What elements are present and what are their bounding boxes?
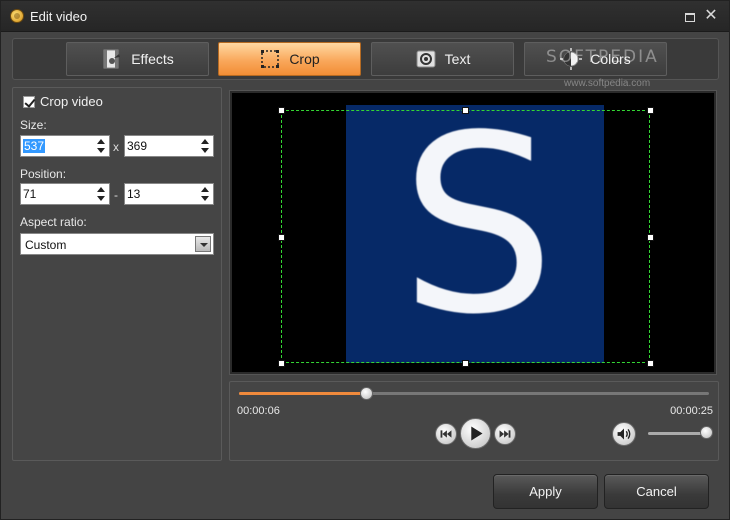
tab-text-label: Text bbox=[444, 51, 471, 67]
text-icon bbox=[415, 48, 437, 70]
crop-handle-right[interactable] bbox=[647, 234, 654, 241]
effects-icon bbox=[101, 48, 123, 70]
seek-bar[interactable] bbox=[239, 387, 709, 400]
play-button[interactable] bbox=[460, 418, 491, 449]
crop-handle-bottom[interactable] bbox=[462, 360, 469, 367]
seek-bar-thumb[interactable] bbox=[359, 387, 373, 400]
video-preview-frame: S bbox=[229, 90, 717, 375]
fast-forward-icon bbox=[499, 430, 511, 438]
volume-slider-thumb[interactable] bbox=[700, 426, 713, 439]
volume-button[interactable] bbox=[612, 422, 636, 446]
next-button[interactable] bbox=[494, 423, 516, 445]
size-separator: x bbox=[113, 140, 119, 154]
size-label: Size: bbox=[20, 118, 47, 132]
position-separator: - bbox=[114, 188, 118, 202]
total-time: 00:00:25 bbox=[670, 405, 713, 417]
crop-handle-top[interactable] bbox=[462, 107, 469, 114]
edit-video-window: Edit video ✕ Effects Crop Text Colors SO… bbox=[0, 0, 730, 520]
softpedia-watermark-url: www.softpedia.com bbox=[564, 78, 651, 89]
crop-icon bbox=[259, 48, 281, 70]
chevron-down-icon[interactable] bbox=[195, 236, 211, 252]
aspect-ratio-label: Aspect ratio: bbox=[20, 215, 87, 229]
title-bar: Edit video ✕ bbox=[1, 1, 729, 32]
volume-slider[interactable] bbox=[648, 432, 708, 435]
crop-selection-rectangle[interactable] bbox=[281, 110, 650, 363]
crop-handle-top-left[interactable] bbox=[278, 107, 285, 114]
close-icon[interactable]: ✕ bbox=[703, 8, 719, 24]
softpedia-watermark: SOFTPEDIA bbox=[546, 47, 659, 67]
height-value: 369 bbox=[127, 139, 148, 153]
crop-handle-left[interactable] bbox=[278, 234, 285, 241]
position-y-spinner[interactable]: 13 bbox=[124, 183, 214, 205]
window-title: Edit video bbox=[30, 9, 88, 24]
width-value: 537 bbox=[23, 139, 46, 153]
current-time: 00:00:06 bbox=[237, 405, 280, 417]
position-y-spin-arrows-icon[interactable] bbox=[201, 186, 209, 202]
crop-handle-bottom-left[interactable] bbox=[278, 360, 285, 367]
position-x-spinner[interactable]: 71 bbox=[20, 183, 110, 205]
crop-handle-bottom-right[interactable] bbox=[647, 360, 654, 367]
width-spin-arrows-icon[interactable] bbox=[97, 138, 105, 154]
speaker-icon bbox=[617, 428, 631, 440]
playback-panel: 00:00:06 00:00:25 bbox=[229, 381, 719, 461]
apply-button[interactable]: Apply bbox=[493, 474, 598, 509]
tab-effects-label: Effects bbox=[131, 51, 174, 67]
tab-crop[interactable]: Crop bbox=[218, 42, 361, 76]
aspect-ratio-select[interactable]: Custom bbox=[20, 233, 214, 255]
position-label: Position: bbox=[20, 167, 67, 181]
previous-button[interactable] bbox=[435, 423, 457, 445]
tab-effects[interactable]: Effects bbox=[66, 42, 209, 76]
crop-handle-top-right[interactable] bbox=[647, 107, 654, 114]
tab-crop-label: Crop bbox=[289, 51, 320, 67]
crop-video-label: Crop video bbox=[40, 94, 103, 109]
crop-video-checkbox[interactable] bbox=[23, 96, 35, 108]
seek-bar-progress bbox=[239, 392, 366, 395]
play-icon bbox=[471, 426, 483, 441]
restore-icon[interactable] bbox=[681, 8, 697, 24]
app-logo-icon bbox=[10, 9, 24, 23]
aspect-ratio-value: Custom bbox=[25, 238, 67, 252]
tab-text[interactable]: Text bbox=[371, 42, 514, 76]
cancel-button[interactable]: Cancel bbox=[604, 474, 709, 509]
height-spinner[interactable]: 369 bbox=[124, 135, 214, 157]
crop-settings-panel: Crop video Size: 537 x 369 Position: 71 … bbox=[12, 87, 222, 461]
position-y-value: 13 bbox=[127, 187, 141, 201]
height-spin-arrows-icon[interactable] bbox=[201, 138, 209, 154]
width-spinner[interactable]: 537 bbox=[20, 135, 110, 157]
position-x-value: 71 bbox=[23, 187, 37, 201]
position-x-spin-arrows-icon[interactable] bbox=[97, 186, 105, 202]
rewind-icon bbox=[440, 430, 452, 438]
video-preview: S bbox=[232, 93, 714, 372]
